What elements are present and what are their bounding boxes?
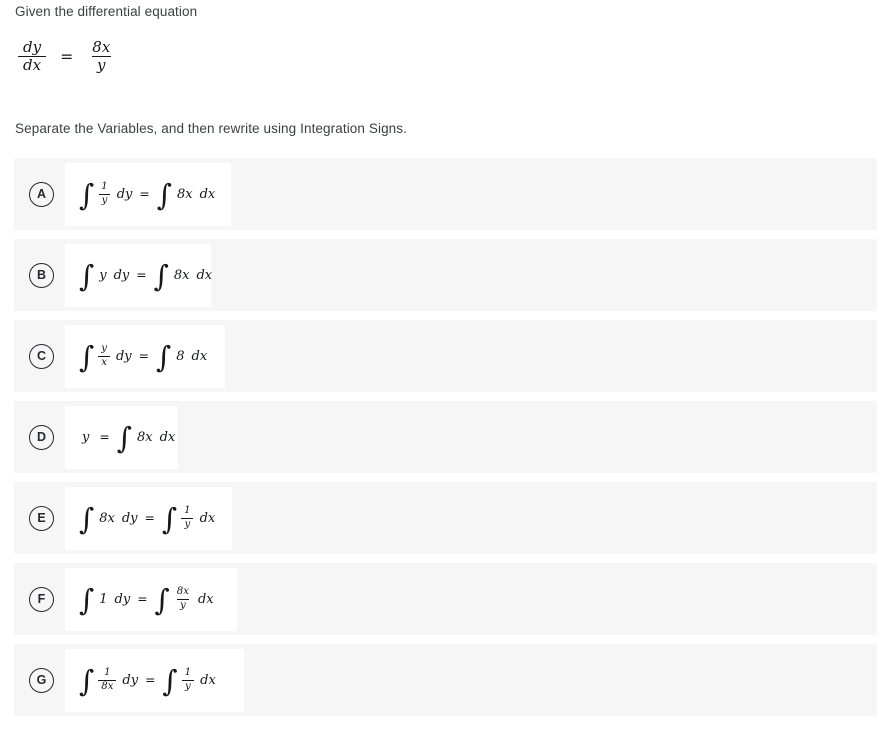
option-formula-math-d: y = ∫ 8x dx [79, 420, 176, 455]
option-a-rhs-term: 8x [176, 186, 193, 202]
option-c-lhs-fraction: yx [98, 344, 110, 367]
option-d-rhs-integral-sign: ∫ [116, 420, 132, 455]
option-marker-f[interactable]: F [29, 586, 54, 612]
question-prompt-line-2: Separate the Variables, and then rewrite… [15, 121, 407, 136]
equation-rhs-fraction: 8x y [87, 40, 115, 73]
option-e-rhs-fraction: 1y [181, 505, 194, 530]
option-formula-a: ∫ 1 y dy = ∫ 8x dx [65, 162, 231, 226]
option-d-rhs-term: 8x [136, 429, 153, 445]
option-b-lhs-term: y [99, 267, 107, 283]
option-g-lhs-differential: dy [122, 672, 139, 688]
option-formula-math-a: ∫ 1 y dy = ∫ 8x dx [79, 177, 216, 212]
option-e-equals-sign: = [144, 510, 155, 525]
option-f-lhs-differential: dy [114, 591, 131, 607]
option-formula-g: ∫ 1 8x dy = ∫ 1 y dx [65, 648, 244, 712]
equation-rhs-numerator: 8x [92, 38, 111, 56]
option-row-c[interactable]: C ∫ y x dy = ∫ 8 dx [14, 320, 877, 392]
option-f-rhs-fraction-denominator: y [177, 598, 189, 611]
option-e-lhs-integral-sign: ∫ [79, 501, 95, 536]
option-c-lhs-fraction-numerator: y [101, 343, 107, 355]
option-c-rhs-differential: dx [191, 348, 208, 364]
option-formula-math-g: ∫ 1 8x dy = ∫ 1 y dx [79, 663, 216, 698]
option-d-lhs-term: y [82, 429, 90, 445]
option-marker-e[interactable]: E [29, 505, 54, 531]
option-a-lhs-differential: dy [116, 186, 133, 202]
option-row-f[interactable]: F ∫ 1 dy = ∫ 8x y dx [14, 563, 877, 635]
option-f-lhs-integral-sign: ∫ [79, 582, 95, 617]
option-formula-math-f: ∫ 1 dy = ∫ 8x y dx [79, 582, 214, 617]
option-row-a[interactable]: A ∫ 1 y dy = ∫ 8x dx [14, 158, 877, 230]
option-f-lhs-term: 1 [99, 591, 108, 607]
option-row-d[interactable]: Dy = ∫ 8x dx [14, 401, 877, 473]
option-g-rhs-differential: dx [200, 672, 216, 688]
option-c-rhs-integral-sign: ∫ [156, 339, 172, 374]
option-g-equals-sign: = [145, 672, 156, 687]
option-marker-d[interactable]: D [29, 424, 54, 450]
equation-lhs-fraction: dy dx [18, 38, 47, 73]
option-formula-f: ∫ 1 dy = ∫ 8x y dx [65, 567, 237, 631]
option-c-lhs-differential: dy [115, 348, 132, 364]
option-a-rhs-differential: dx [199, 186, 216, 202]
option-b-lhs-differential: dy [113, 267, 130, 283]
equation-lhs-denominator: dx [18, 56, 47, 73]
option-e-rhs-integral-sign: ∫ [161, 501, 178, 536]
option-g-rhs-integral-sign: ∫ [162, 663, 178, 698]
option-b-rhs-term: 8x [173, 267, 190, 283]
option-formula-math-e: ∫ 8x dy = ∫ 1 y dx [79, 501, 216, 536]
option-b-rhs-integral-sign: ∫ [153, 258, 169, 293]
option-a-equals-sign: = [139, 186, 150, 201]
option-g-rhs-fraction: 1y [182, 668, 194, 691]
equation-rhs-denominator: y [92, 56, 111, 73]
option-g-rhs-fraction-denominator: y [182, 679, 194, 692]
option-formula-math-c: ∫ y x dy = ∫ 8 dx [79, 339, 208, 374]
equation-equals-sign: = [60, 46, 74, 66]
option-a-rhs-integral-sign: ∫ [156, 177, 172, 212]
option-f-rhs-fraction-numerator: 8x [176, 586, 189, 598]
option-formula-d: y = ∫ 8x dx [65, 405, 178, 469]
option-g-lhs-fraction: 1 8x [98, 667, 117, 692]
option-formula-b: ∫ y dy = ∫ 8x dx [65, 243, 213, 307]
option-g-lhs-fraction-numerator: 1 [104, 667, 111, 679]
differential-equation: dy dx = 8x y [16, 40, 117, 73]
option-g-rhs-fraction-numerator: 1 [184, 667, 192, 679]
option-formula-e: ∫ 8x dy = ∫ 1 y dx [65, 486, 232, 550]
option-c-lhs-integral-sign: ∫ [79, 339, 95, 374]
option-g-lhs-fraction-denominator: 8x [98, 679, 117, 692]
option-c-lhs-fraction-denominator: x [98, 355, 110, 368]
option-marker-g[interactable]: G [29, 667, 54, 693]
option-f-rhs-integral-sign: ∫ [154, 582, 170, 617]
option-e-lhs-term: 8x [99, 510, 115, 526]
option-a-lhs-fraction-numerator: 1 [101, 181, 108, 193]
option-a-lhs-integral-sign: ∫ [79, 177, 95, 212]
option-d-rhs-differential: dx [159, 429, 176, 445]
option-f-equals-sign: = [137, 591, 148, 606]
option-b-equals-sign: = [136, 267, 147, 282]
equation-lhs-numerator: dy [23, 38, 42, 56]
option-formula-math-b: ∫ y dy = ∫ 8x dx [79, 258, 213, 293]
option-e-rhs-fraction-numerator: 1 [184, 505, 191, 517]
option-row-b[interactable]: B ∫ y dy = ∫ 8x dx [14, 239, 877, 311]
option-e-rhs-fraction-denominator: y [181, 517, 194, 530]
question-prompt-line-1: Given the differential equation [15, 4, 198, 19]
option-marker-b[interactable]: B [29, 262, 54, 288]
option-b-rhs-differential: dx [196, 267, 213, 283]
option-c-equals-sign: = [138, 348, 149, 363]
answer-options-list: A ∫ 1 y dy = ∫ 8x dx B ∫ y dy = ∫ 8x dx C ∫ y x dy = ∫ 8 dx Dy = ∫ 8x… [0, 158, 893, 725]
option-row-e[interactable]: E ∫ 8x dy = ∫ 1 y dx [14, 482, 877, 554]
option-g-lhs-integral-sign: ∫ [79, 663, 95, 698]
option-d-equals-sign: = [99, 429, 110, 444]
option-b-lhs-integral-sign: ∫ [79, 258, 95, 293]
option-marker-c[interactable]: C [29, 343, 54, 369]
option-a-lhs-fraction: 1y [98, 181, 111, 206]
option-e-lhs-differential: dy [121, 510, 138, 526]
option-formula-c: ∫ y x dy = ∫ 8 dx [65, 324, 225, 388]
option-marker-a[interactable]: A [29, 181, 54, 207]
option-a-lhs-fraction-denominator: y [98, 193, 111, 206]
option-f-rhs-differential: dx [197, 591, 214, 607]
option-c-rhs-term: 8 [176, 348, 185, 364]
option-e-rhs-differential: dx [199, 510, 216, 526]
option-f-rhs-fraction: 8x y [174, 587, 192, 610]
option-row-g[interactable]: G ∫ 1 8x dy = ∫ 1 y dx [14, 644, 877, 716]
